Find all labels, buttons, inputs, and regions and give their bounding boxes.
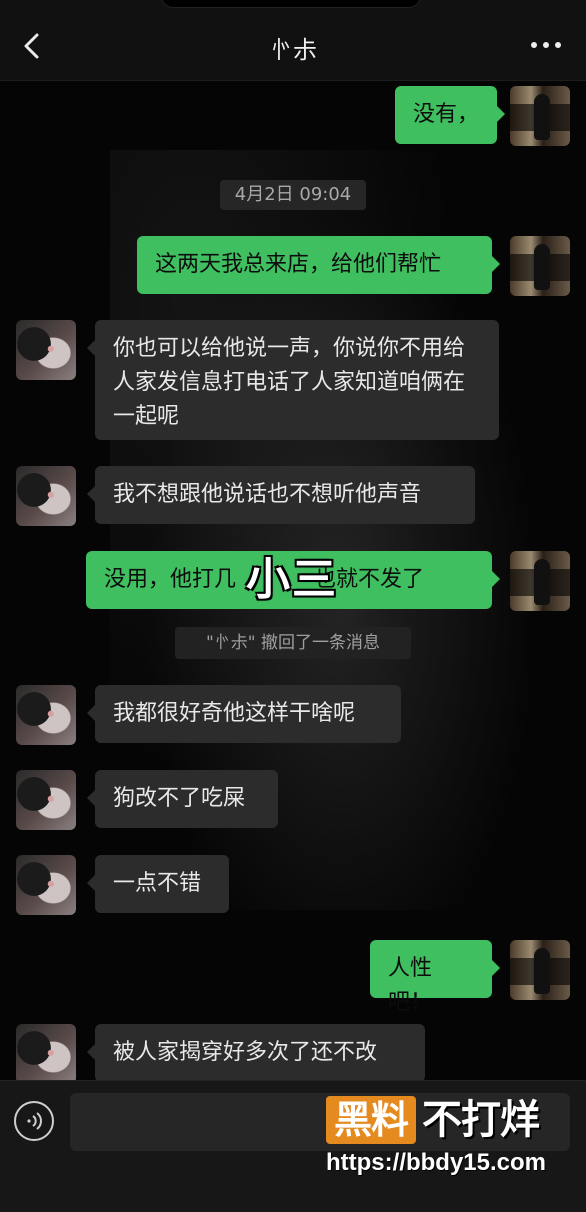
- watermark-logo: 黑料: [326, 1096, 416, 1144]
- message-bubble-incoming[interactable]: 狗改不了吃屎: [87, 770, 278, 828]
- chat-title: 㣺尗: [269, 36, 317, 64]
- message-text: 狗改不了吃屎: [113, 786, 246, 811]
- device-notch: [160, 0, 422, 8]
- message-bubble-outgoing[interactable]: 人性吧！: [370, 940, 500, 1015]
- message-text: 我不想跟他说话也不想听他声音: [113, 482, 422, 507]
- more-horizontal-icon: [531, 42, 537, 48]
- message-bubble-outgoing[interactable]: 没有，: [395, 86, 506, 144]
- message-bubble-incoming[interactable]: 一点不错: [87, 855, 229, 913]
- contact-avatar[interactable]: [16, 320, 76, 380]
- watermark-url: https://bbdy15.com: [326, 1149, 547, 1176]
- message-bubble-outgoing[interactable]: 这两天我总来店，给他们帮忙: [137, 236, 500, 294]
- chat-header: 㣺尗: [0, 0, 586, 81]
- overlay-caption: 小三: [246, 554, 338, 605]
- message-bubble-incoming[interactable]: 被人家揭穿好多次了还不改: [87, 1024, 425, 1082]
- message-text: 这两天我总来店，给他们帮忙: [155, 252, 442, 277]
- my-avatar[interactable]: [510, 86, 570, 146]
- contact-avatar[interactable]: [16, 685, 76, 745]
- message-text: 我都很好奇他这样干啥呢: [113, 701, 356, 726]
- message-bubble-incoming[interactable]: 我不想跟他说话也不想听他声音: [87, 466, 475, 524]
- contact-avatar[interactable]: [16, 1024, 76, 1084]
- message-text: 没用，他打几: [104, 567, 237, 592]
- recall-notice: "㣺尗" 撤回了一条消息: [175, 627, 411, 659]
- message-text: 你也可以给他说一声，你说你不用给人家发信息打电话了人家知道咱俩在一起呢: [113, 336, 466, 429]
- message-bubble-incoming[interactable]: 你也可以给他说一声，你说你不用给人家发信息打电话了人家知道咱俩在一起呢: [87, 320, 499, 440]
- message-timestamp: 4月2日 09:04: [220, 180, 366, 210]
- message-bubble-incoming[interactable]: 我都很好奇他这样干啥呢: [87, 685, 401, 743]
- message-text: 人性吧！: [388, 956, 433, 1015]
- message-text: 没有，: [413, 102, 480, 127]
- watermark-text: 不打烊: [422, 1097, 540, 1143]
- message-text: 被人家揭穿好多次了还不改: [113, 1040, 378, 1065]
- my-avatar[interactable]: [510, 236, 570, 296]
- my-avatar[interactable]: [510, 940, 570, 1000]
- contact-avatar[interactable]: [16, 855, 76, 915]
- my-avatar[interactable]: [510, 551, 570, 611]
- voice-input-button[interactable]: [14, 1101, 54, 1141]
- contact-avatar[interactable]: [16, 770, 76, 830]
- input-bar: 黑料 不打烊 https://bbdy15.com: [0, 1080, 586, 1212]
- message-text: 一点不错: [113, 871, 202, 896]
- contact-avatar[interactable]: [16, 466, 76, 526]
- more-options-button[interactable]: [524, 30, 568, 60]
- voice-icon: [27, 1112, 42, 1130]
